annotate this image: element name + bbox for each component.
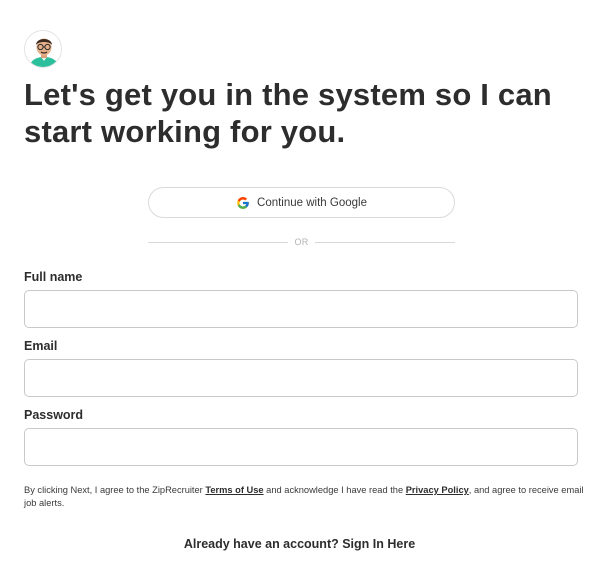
full-name-label: Full name [24,270,83,284]
or-divider: OR [148,235,456,249]
email-label: Email [24,339,58,353]
email-input[interactable] [24,359,578,397]
divider-line-right [314,241,456,243]
recruiter-avatar-icon [24,30,62,68]
google-g-icon [236,196,250,210]
divider-line-left [148,241,289,243]
sign-in-link[interactable]: Already have an account? Sign In Here [184,537,415,551]
legal-text-part1: By clicking Next, I agree to the ZipRecr… [24,485,206,495]
full-name-input[interactable] [24,290,578,328]
legal-text-part2: and acknowledge I have read the [263,485,406,495]
password-input[interactable] [24,428,578,466]
signup-page: Let's get you in the system so I can sta… [0,0,599,581]
page-title: Let's get you in the system so I can sta… [24,77,552,149]
continue-with-google-label: Continue with Google [257,196,367,209]
privacy-policy-link[interactable]: Privacy Policy [406,485,469,495]
signin-row: Already have an account? Sign In Here [0,537,599,551]
legal-disclaimer: By clicking Next, I agree to the ZipRecr… [24,484,584,510]
continue-with-google-button[interactable]: Continue with Google [148,187,455,218]
divider-or-text: OR [294,237,309,247]
terms-of-use-link[interactable]: Terms of Use [205,485,263,495]
password-label: Password [24,408,84,422]
